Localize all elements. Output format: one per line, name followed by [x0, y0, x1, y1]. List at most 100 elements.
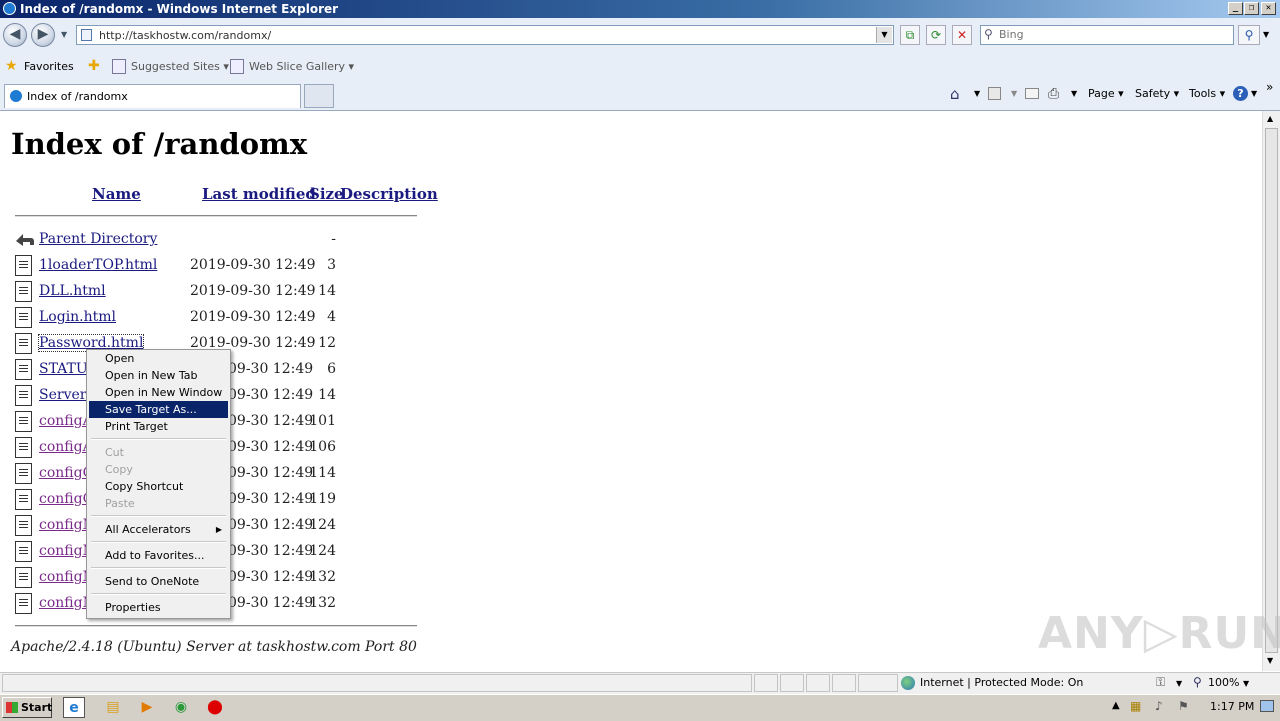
- tray-flag-icon[interactable]: ⚑: [1178, 699, 1189, 713]
- file-size: 12: [318, 335, 336, 351]
- minimize-button[interactable]: _: [1228, 2, 1243, 15]
- tray-expand-icon[interactable]: ▲: [1112, 700, 1120, 711]
- feeds-icon[interactable]: [988, 87, 1001, 100]
- address-bar[interactable]: http://taskhostw.com/randomx/ ▼: [76, 25, 894, 45]
- search-box[interactable]: ⚲: [980, 25, 1234, 45]
- home-dropdown-icon[interactable]: ▼: [974, 89, 980, 98]
- column-size-link[interactable]: Size: [309, 185, 344, 203]
- close-window-button[interactable]: ✕: [1261, 2, 1276, 15]
- file-row: DLL.html 2019-09-30 12:49 14: [0, 280, 440, 304]
- favorites-star-icon: ★: [5, 58, 18, 74]
- file-size: 114: [309, 465, 336, 481]
- web-slice-gallery-link[interactable]: Web Slice Gallery ▾: [249, 60, 354, 73]
- search-go-button[interactable]: ⚲: [1238, 25, 1260, 45]
- refresh-button[interactable]: ⟳: [926, 25, 946, 45]
- taskbar-clock[interactable]: 1:17 PM: [1210, 700, 1254, 713]
- file-size: 4: [327, 309, 336, 325]
- mail-icon[interactable]: [1025, 88, 1039, 99]
- forward-button[interactable]: ▶: [31, 23, 55, 47]
- file-link[interactable]: DLL.html: [39, 283, 106, 299]
- file-link[interactable]: Login.html: [39, 309, 116, 325]
- file-modified: 09-30 12:49: [228, 595, 314, 611]
- restore-button[interactable]: ❐: [1244, 2, 1259, 15]
- status-text-pane: [2, 674, 752, 692]
- history-dropdown-icon[interactable]: ▼: [61, 30, 67, 39]
- help-dropdown-icon[interactable]: ▼: [1251, 89, 1257, 98]
- status-pane: [780, 674, 804, 692]
- menu-open-new-tab[interactable]: Open in New Tab: [89, 367, 228, 384]
- tab-active[interactable]: Index of /randomx: [4, 84, 301, 108]
- search-options-icon[interactable]: ▼: [1263, 30, 1269, 39]
- scroll-up-icon[interactable]: ▲: [1267, 114, 1273, 123]
- home-icon[interactable]: ⌂: [950, 85, 960, 103]
- more-commands-button[interactable]: »: [1266, 80, 1273, 94]
- compatibility-view-button[interactable]: ⧉: [900, 25, 920, 45]
- taskbar-alert-icon[interactable]: ⬤: [204, 697, 226, 718]
- file-row: Login.html 2019-09-30 12:49 4: [0, 306, 440, 330]
- show-desktop-icon[interactable]: [1260, 700, 1274, 712]
- protected-mode-icon[interactable]: ⚿: [1156, 675, 1165, 690]
- address-url[interactable]: http://taskhostw.com/randomx/: [99, 29, 271, 42]
- scroll-thumb[interactable]: [1265, 128, 1278, 653]
- page-icon: [81, 29, 92, 41]
- menu-copy-shortcut[interactable]: Copy Shortcut: [89, 478, 228, 495]
- suggested-sites-link[interactable]: Suggested Sites ▾: [131, 60, 229, 73]
- parent-directory-icon: [16, 234, 34, 246]
- zoom-level[interactable]: 100%: [1208, 676, 1239, 689]
- file-icon: [15, 567, 32, 588]
- search-input[interactable]: [999, 27, 1229, 42]
- file-link[interactable]: Server.: [39, 387, 89, 403]
- file-link[interactable]: STATU: [39, 361, 88, 377]
- column-modified-link[interactable]: Last modified: [202, 185, 316, 203]
- new-tab-button[interactable]: [304, 84, 334, 108]
- zoom-dropdown-icon[interactable]: ▼: [1243, 679, 1249, 688]
- parent-directory-link[interactable]: Parent Directory: [39, 231, 157, 247]
- file-icon: [15, 359, 32, 380]
- start-label: Start: [21, 701, 53, 714]
- menu-send-to-onenote[interactable]: Send to OneNote: [89, 573, 228, 590]
- print-icon[interactable]: ⎙: [1048, 86, 1059, 102]
- file-modified: 09-30 12:49: [228, 387, 314, 403]
- start-button[interactable]: Start: [2, 697, 52, 718]
- stop-button[interactable]: ✕: [952, 25, 972, 45]
- file-modified: 09-30 12:49: [228, 361, 314, 377]
- file-link[interactable]: configA: [39, 439, 93, 455]
- address-dropdown-icon[interactable]: ▼: [876, 27, 892, 43]
- security-zone-text[interactable]: Internet | Protected Mode: On: [920, 676, 1083, 689]
- menu-open[interactable]: Open: [89, 350, 228, 367]
- add-favorites-icon[interactable]: ✚: [88, 58, 100, 74]
- back-button[interactable]: ◀: [3, 23, 27, 47]
- menu-save-target-as[interactable]: Save Target As...: [89, 401, 228, 418]
- feeds-dropdown-icon[interactable]: ▼: [1011, 89, 1017, 98]
- menu-separator: [91, 567, 226, 569]
- zone-dropdown-icon[interactable]: ▼: [1176, 679, 1182, 688]
- taskbar-explorer-icon[interactable]: ▤: [102, 697, 124, 718]
- print-dropdown-icon[interactable]: ▼: [1071, 89, 1077, 98]
- column-name-link[interactable]: Name: [92, 185, 141, 203]
- tray-volume-icon[interactable]: ♪: [1155, 699, 1163, 713]
- file-link[interactable]: configA: [39, 413, 93, 429]
- page-menu[interactable]: Page ▾: [1088, 87, 1124, 100]
- zoom-icon[interactable]: ⚲: [1193, 675, 1202, 689]
- safety-menu[interactable]: Safety ▾: [1135, 87, 1179, 100]
- internet-zone-icon: [901, 676, 915, 690]
- column-description-link[interactable]: Description: [340, 185, 438, 203]
- vertical-scrollbar[interactable]: ▲ ▼: [1262, 111, 1280, 671]
- menu-print-target[interactable]: Print Target: [89, 418, 228, 435]
- help-icon[interactable]: ?: [1233, 86, 1248, 101]
- menu-all-accelerators[interactable]: All Accelerators ▶: [89, 521, 228, 538]
- menu-properties[interactable]: Properties: [89, 599, 228, 616]
- header-divider: [15, 215, 417, 217]
- taskbar-ie-icon[interactable]: e: [63, 697, 85, 718]
- menu-add-to-favorites[interactable]: Add to Favorites...: [89, 547, 228, 564]
- file-link[interactable]: 1loaderTOP.html: [39, 257, 157, 273]
- file-icon: [15, 437, 32, 458]
- taskbar-media-player-icon[interactable]: ▶: [136, 697, 158, 718]
- menu-open-new-window[interactable]: Open in New Window: [89, 384, 228, 401]
- taskbar-chrome-icon[interactable]: ◉: [170, 697, 192, 718]
- file-modified: 09-30 12:49: [228, 413, 314, 429]
- tools-menu[interactable]: Tools ▾: [1189, 87, 1225, 100]
- anyrun-watermark: ANY▷RUN: [1038, 608, 1280, 659]
- tray-network-icon[interactable]: ▦: [1130, 699, 1141, 713]
- favorites-button[interactable]: Favorites: [24, 60, 74, 73]
